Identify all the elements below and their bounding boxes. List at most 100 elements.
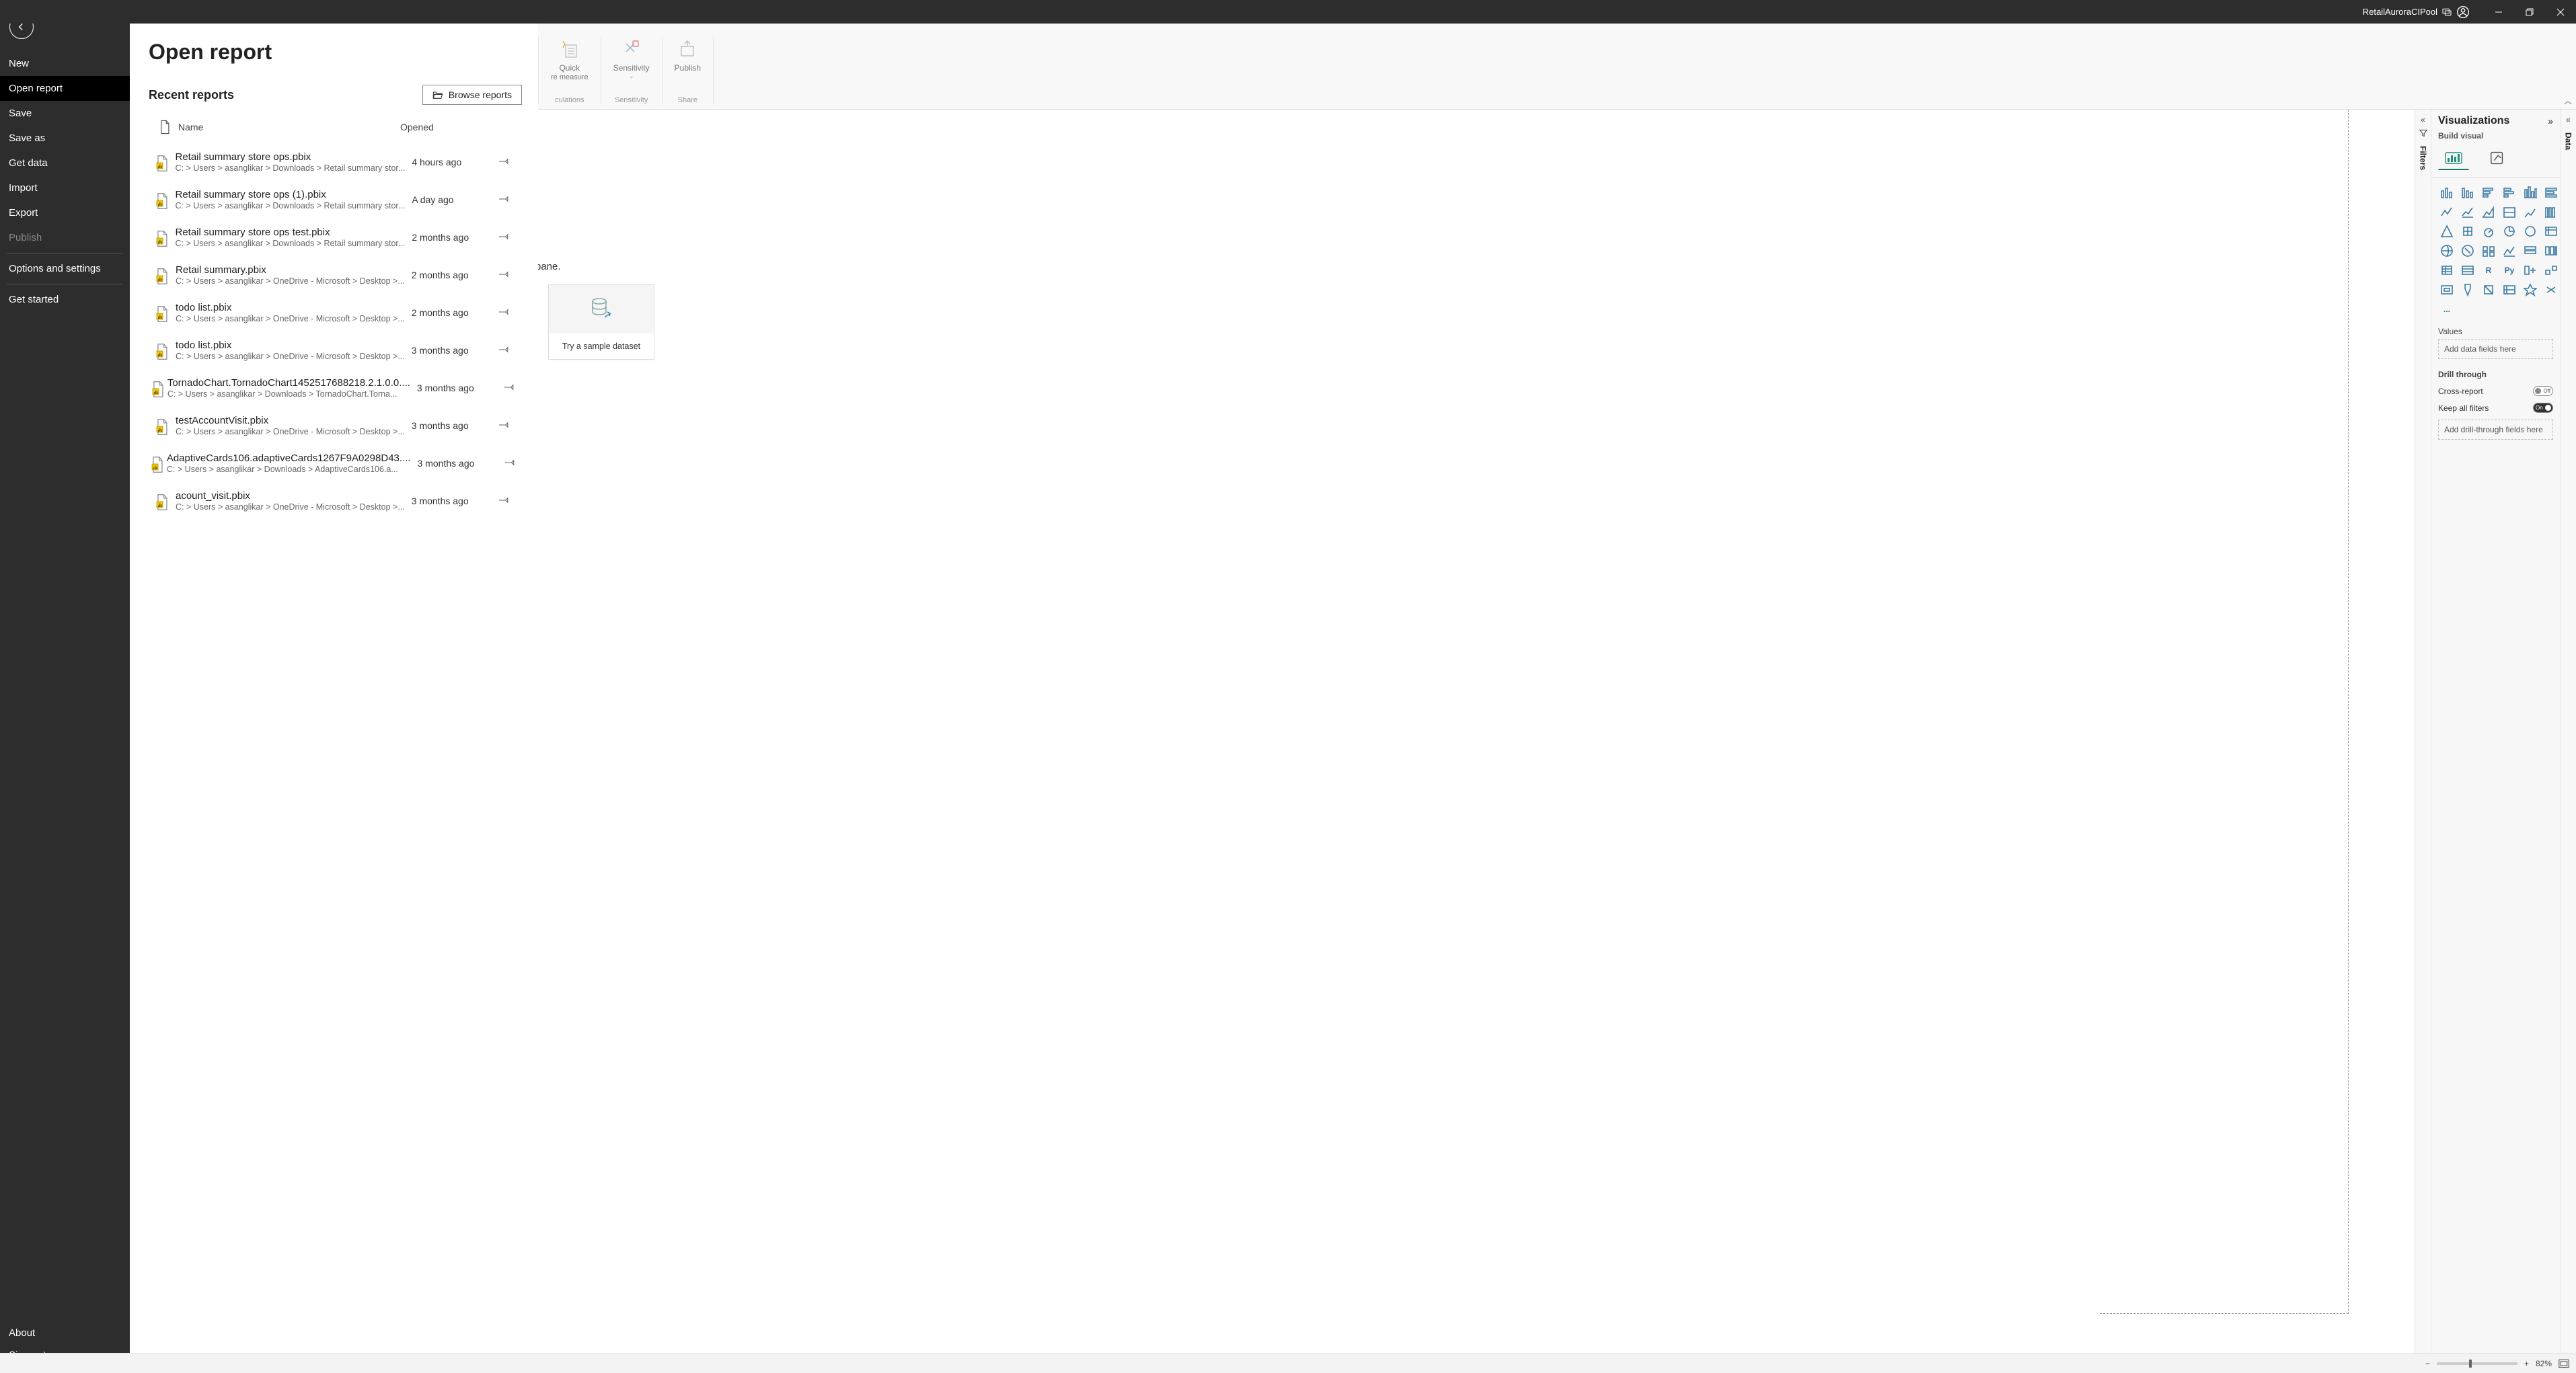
recent-report-row[interactable]: todo list.pbixC: > Users > asanglikar > …	[149, 295, 517, 333]
build-visual-tab[interactable]	[2438, 146, 2469, 170]
pin-icon[interactable]	[499, 307, 517, 319]
viz-type-26[interactable]: R	[2480, 262, 2497, 278]
recent-report-row[interactable]: testAccountVisit.pbixC: > Users > asangl…	[149, 408, 517, 446]
fit-page-icon[interactable]	[2559, 1359, 2569, 1368]
viz-type-25[interactable]	[2459, 262, 2476, 278]
data-pane-collapsed[interactable]: « Data	[2560, 110, 2576, 1353]
viz-type-15[interactable]	[2501, 223, 2518, 239]
browse-reports-button[interactable]: Browse reports	[422, 85, 522, 105]
nav-get-data[interactable]: Get data	[0, 151, 130, 175]
viz-type-28[interactable]	[2522, 262, 2539, 278]
nav-save[interactable]: Save	[0, 101, 130, 126]
recent-report-row[interactable]: Retail summary store ops (1).pbixC: > Us…	[149, 182, 517, 220]
pin-icon[interactable]	[499, 345, 517, 356]
pin-icon[interactable]	[499, 194, 517, 206]
viz-type-7[interactable]	[2459, 204, 2476, 220]
window-minimize-button[interactable]	[2483, 0, 2514, 24]
viz-type-20[interactable]	[2480, 243, 2497, 259]
viz-type-5[interactable]	[2542, 184, 2560, 200]
cross-report-toggle[interactable]: Off	[2533, 386, 2553, 396]
pin-icon[interactable]	[499, 420, 517, 432]
zoom-level[interactable]: 82%	[2536, 1359, 2552, 1368]
recent-report-row[interactable]: AdaptiveCards106.adaptiveCards1267F9A029…	[149, 446, 517, 483]
viz-type-19[interactable]	[2459, 243, 2476, 259]
recent-file-path: C: > Users > asanglikar > Downloads > Re…	[176, 239, 406, 248]
viz-type-34[interactable]	[2522, 282, 2539, 298]
viz-type-17[interactable]	[2542, 223, 2560, 239]
viz-type-0[interactable]	[2438, 184, 2456, 200]
recent-file-opened: 3 months ago	[412, 420, 499, 431]
viz-type-14[interactable]	[2480, 223, 2497, 239]
values-drop-area[interactable]: Add data fields here	[2438, 339, 2553, 359]
nav-get-started[interactable]: Get started	[0, 287, 130, 312]
chevron-left-icon: «	[2566, 115, 2571, 124]
pin-icon[interactable]	[499, 157, 517, 168]
nav-open-report[interactable]: Open report	[0, 76, 130, 101]
viz-type-33[interactable]	[2501, 282, 2518, 298]
zoom-slider[interactable]	[2437, 1362, 2517, 1365]
viz-type-32[interactable]	[2480, 282, 2497, 298]
viz-type-24[interactable]	[2438, 262, 2456, 278]
pin-icon[interactable]	[505, 458, 517, 469]
account-label[interactable]: RetailAuroraCIPool	[2363, 5, 2470, 19]
recent-report-row[interactable]: todo list.pbixC: > Users > asanglikar > …	[149, 333, 517, 370]
pin-icon[interactable]	[499, 232, 517, 243]
nav-options[interactable]: Options and settings	[0, 256, 130, 281]
viz-type-22[interactable]	[2522, 243, 2539, 259]
viz-type-27[interactable]: Py	[2501, 262, 2518, 278]
viz-type-13[interactable]	[2459, 223, 2476, 239]
pin-icon[interactable]	[499, 496, 517, 507]
viz-type-23[interactable]	[2542, 243, 2560, 259]
viz-type-18[interactable]	[2438, 243, 2456, 259]
nav-import[interactable]: Import	[0, 175, 130, 200]
ribbon-group-sensitivity: Sensitivity	[615, 96, 648, 104]
nav-new[interactable]: New	[0, 51, 130, 76]
viz-type-16[interactable]	[2522, 223, 2539, 239]
viz-type-1[interactable]	[2459, 184, 2476, 200]
publish-label[interactable]: Publish	[675, 64, 701, 73]
viz-type-11[interactable]	[2542, 204, 2560, 220]
chevron-right-icon[interactable]: »	[2548, 116, 2553, 126]
viz-type-35[interactable]	[2542, 282, 2560, 298]
viz-type-2[interactable]	[2480, 184, 2497, 200]
keep-filters-toggle[interactable]: On	[2533, 403, 2553, 413]
column-opened[interactable]: Opened	[400, 122, 481, 132]
format-visual-tab[interactable]	[2483, 146, 2513, 170]
column-name[interactable]: Name	[178, 122, 400, 132]
viz-type-3[interactable]	[2501, 184, 2518, 200]
viz-type-12[interactable]	[2438, 223, 2456, 239]
recent-report-row[interactable]: TornadoChart.TornadoChart1452517688218.2…	[149, 370, 517, 408]
ribbon-group-share: Share	[678, 96, 697, 104]
viz-type-36[interactable]: ...	[2438, 301, 2456, 317]
recent-report-row[interactable]: Retail summary store ops test.pbixC: > U…	[149, 220, 517, 258]
quick-measure-label[interactable]: Quickre measure	[551, 64, 589, 81]
viz-type-30[interactable]	[2438, 282, 2456, 298]
viz-type-31[interactable]	[2459, 282, 2476, 298]
window-maximize-button[interactable]	[2514, 0, 2545, 24]
zoom-out-button[interactable]: −	[2425, 1359, 2430, 1368]
pin-icon[interactable]	[499, 270, 517, 281]
zoom-in-button[interactable]: +	[2524, 1359, 2529, 1368]
drill-through-drop-area[interactable]: Add drill-through fields here	[2438, 420, 2553, 440]
ribbon-expand-icon[interactable]: ︿	[2564, 95, 2572, 106]
recent-report-row[interactable]: Retail summary store ops.pbixC: > Users …	[149, 145, 517, 182]
viz-type-4[interactable]	[2522, 184, 2539, 200]
sample-dataset-card[interactable]: Try a sample dataset	[548, 284, 654, 360]
recent-list[interactable]: Retail summary store ops.pbixC: > Users …	[149, 145, 529, 1366]
nav-export[interactable]: Export	[0, 200, 130, 225]
window-close-button[interactable]	[2545, 0, 2576, 24]
viz-type-10[interactable]	[2522, 204, 2539, 220]
recent-report-row[interactable]: acount_visit.pbixC: > Users > asanglikar…	[149, 483, 517, 521]
viz-type-8[interactable]	[2480, 204, 2497, 220]
viz-type-29[interactable]	[2542, 262, 2560, 278]
filters-pane-collapsed[interactable]: « Filters	[2415, 110, 2431, 1353]
sensitivity-label[interactable]: Sensitivity	[613, 64, 650, 73]
account-sync-icon	[2441, 7, 2452, 17]
viz-type-9[interactable]	[2501, 204, 2518, 220]
viz-type-6[interactable]	[2438, 204, 2456, 220]
viz-type-21[interactable]	[2501, 243, 2518, 259]
recent-report-row[interactable]: Retail summary.pbixC: > Users > asanglik…	[149, 258, 517, 295]
nav-about[interactable]: About	[0, 1322, 130, 1344]
nav-save-as[interactable]: Save as	[0, 126, 130, 151]
pin-icon[interactable]	[504, 383, 517, 394]
